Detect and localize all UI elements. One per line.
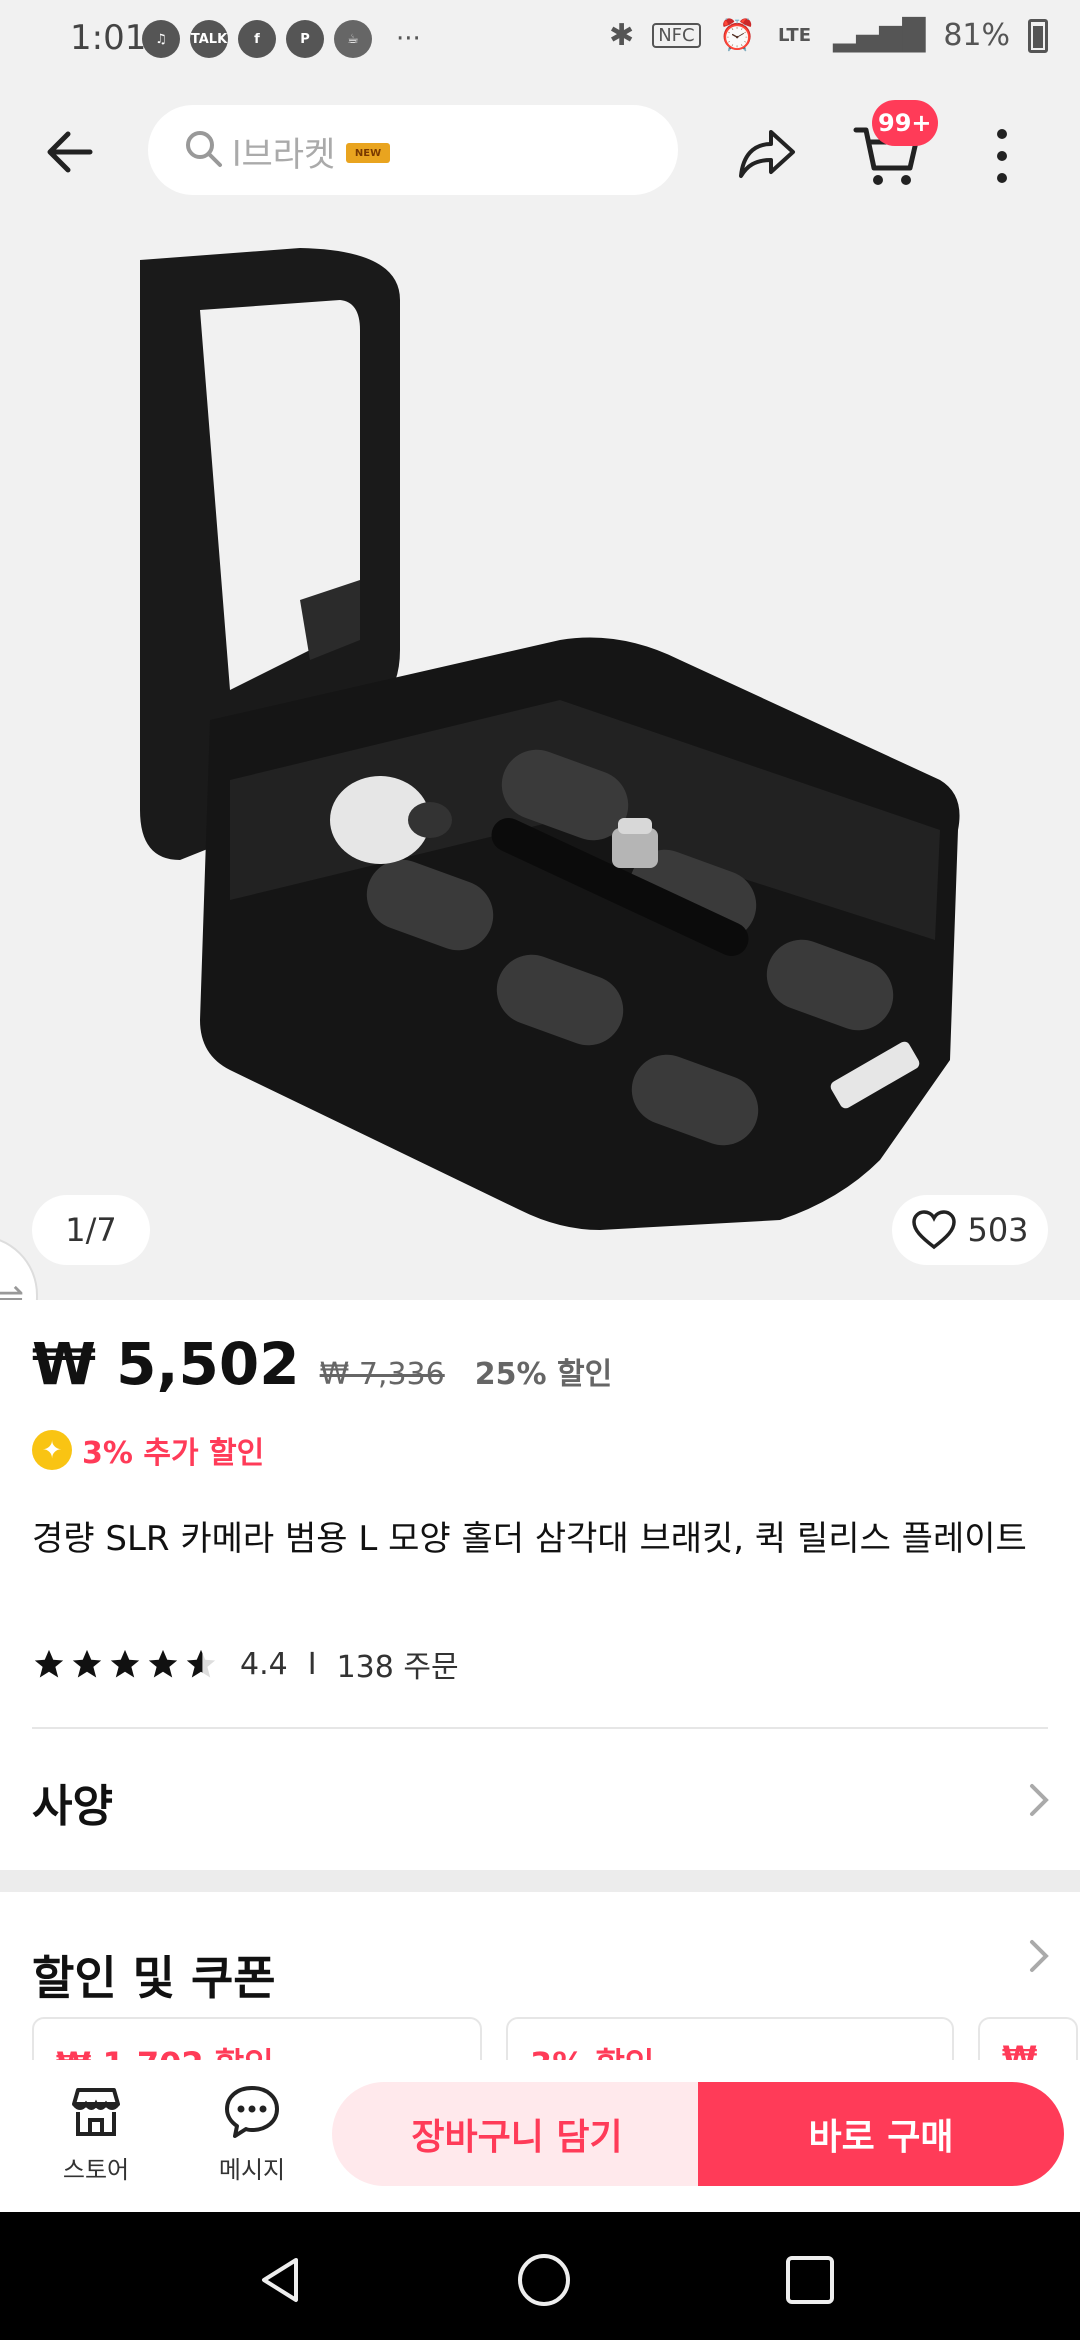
store-label: 스토어 <box>62 2156 130 2184</box>
product-image <box>140 248 960 1230</box>
coupon-card[interactable]: 3% 할인 <box>506 2017 954 2060</box>
status-system-icons: ✱ NFC ⏰ LTE ▂▄▆█ 81% <box>609 18 1048 53</box>
facebook-icon: f <box>238 20 276 58</box>
swap-arrows-icon: ⇌ <box>0 1276 24 1300</box>
lte-icon: LTE <box>777 25 812 46</box>
message-label: 메시지 <box>218 2156 286 2184</box>
chevron-right-icon[interactable] <box>1026 1936 1054 1976</box>
rating-row[interactable]: 4.4 I 138 주문 <box>32 1642 459 1686</box>
bottom-action-bar: 스토어 메시지 장바구니 담기 바로 구매 <box>0 2060 1080 2212</box>
search-placeholder: l브라켓 <box>232 135 336 175</box>
extra-discount[interactable]: ✦ 3% 추가 할인 <box>32 1428 264 1472</box>
image-page-indicator: 1/7 <box>32 1195 150 1265</box>
battery-icon <box>1028 18 1048 53</box>
like-count: 503 <box>967 1211 1029 1249</box>
nfc-icon: NFC <box>652 23 701 48</box>
chat-bubble-icon <box>225 2086 279 2138</box>
search-promo-tag: NEW <box>346 143 390 163</box>
store-icon <box>72 2088 120 2136</box>
status-bar: 1:01 ♫ TALK f P ☕ ··· ✱ NFC ⏰ LTE ▂▄▆█ 8… <box>0 0 1080 80</box>
coupon-section: 할인 및 쿠폰 ₩ 1,702 할인 3% 할인 ₩ <box>0 1892 1080 2060</box>
sparkle-icon: ✦ <box>32 1430 72 1470</box>
back-arrow-icon[interactable] <box>40 120 104 184</box>
discount-rate: 25% 할인 <box>474 1357 613 1392</box>
system-recents-icon[interactable] <box>782 2252 838 2308</box>
rating-stars <box>32 1647 218 1681</box>
share-icon[interactable] <box>735 120 799 184</box>
bluetooth-icon: ✱ <box>609 18 635 53</box>
star-icon <box>148 1649 178 1678</box>
top-navigation: l브라켓 NEW 99+ <box>0 80 1080 220</box>
system-back-icon[interactable] <box>252 2252 308 2308</box>
coupon-title: 할인 및 쿠폰 <box>32 1951 276 2005</box>
cup-icon: ☕ <box>334 20 372 58</box>
kakaotalk-icon: TALK <box>190 20 228 58</box>
rating-separator: I <box>307 1646 317 1682</box>
price-row: ₩ 5,502 ₩ 7,336 25% 할인 <box>32 1330 612 1398</box>
rating-value: 4.4 <box>240 1646 288 1682</box>
star-icon <box>72 1649 102 1678</box>
cart-count-badge: 99+ <box>872 100 938 146</box>
coupon-card[interactable]: ₩ <box>978 2017 1078 2060</box>
spec-title: 사양 <box>32 1781 113 1832</box>
like-button[interactable]: 503 <box>892 1195 1048 1265</box>
battery-level: 81% <box>943 18 1010 53</box>
current-price: ₩ 5,502 <box>32 1330 300 1398</box>
message-button[interactable]: 메시지 <box>192 2082 312 2192</box>
more-notifications-icon: ··· <box>396 24 421 54</box>
buy-now-button[interactable]: 바로 구매 <box>698 2082 1064 2186</box>
heart-icon <box>912 1210 957 1250</box>
search-icon <box>186 131 222 167</box>
pinterest-icon: P <box>286 20 324 58</box>
music-icon: ♫ <box>142 20 180 58</box>
product-image-gallery[interactable]: ⇌ <box>0 220 1080 1300</box>
search-input[interactable]: l브라켓 NEW <box>148 105 678 195</box>
status-app-icons: ♫ TALK f P ☕ ··· <box>142 20 421 58</box>
system-navigation-bar <box>0 2212 1080 2340</box>
coupon-card-text: ₩ 1,702 할인 <box>56 2039 274 2060</box>
product-title: 경량 SLR 카메라 범용 L 모양 홀더 삼각대 브래킷, 퀵 릴리스 플레이… <box>32 1519 1027 1559</box>
system-home-icon[interactable] <box>514 2250 574 2310</box>
signal-icon: ▂▄▆█ <box>833 18 926 53</box>
star-icon <box>34 1649 64 1678</box>
order-count: 138 주문 <box>336 1650 459 1685</box>
coupon-card-text: 3% 할인 <box>530 2039 654 2060</box>
chevron-right-icon <box>1030 1784 1049 1816</box>
section-divider <box>32 1727 1048 1729</box>
extra-discount-text: 3% 추가 할인 <box>82 1436 265 1471</box>
store-button[interactable]: 스토어 <box>36 2082 156 2192</box>
half-star-icon <box>186 1649 216 1678</box>
more-options-icon[interactable] <box>982 124 1022 188</box>
original-price: ₩ 7,336 <box>319 1357 445 1392</box>
status-time: 1:01 <box>70 18 147 58</box>
add-to-cart-button[interactable]: 장바구니 담기 <box>332 2082 702 2186</box>
star-icon <box>110 1649 140 1678</box>
coupon-card-text: ₩ <box>1002 2039 1038 2060</box>
coupon-card[interactable]: ₩ 1,702 할인 <box>32 2017 482 2060</box>
spec-section[interactable]: 사양 <box>0 1730 1080 1868</box>
alarm-icon: ⏰ <box>718 18 756 53</box>
section-gap <box>0 1870 1080 1892</box>
